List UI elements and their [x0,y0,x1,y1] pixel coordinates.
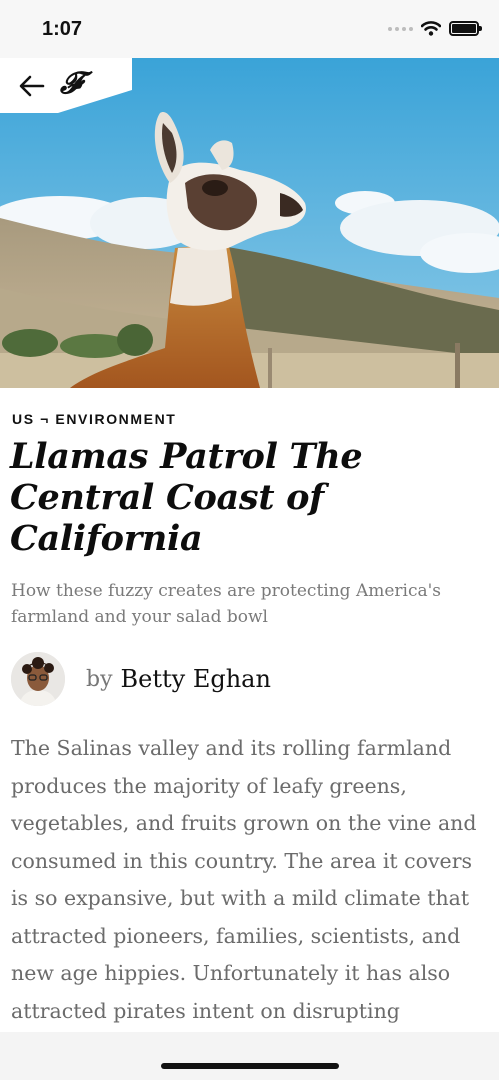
status-bar: 1:07 [0,0,499,58]
battery-icon [449,21,482,36]
article-title: Llamas Patrol The Central Coast of Calif… [10,436,363,559]
bottom-safe-area [0,1032,499,1080]
article-body: The Salinas valley and its rolling farml… [11,736,477,1023]
status-icons [388,21,482,36]
wifi-icon [421,21,441,36]
arrow-left-icon [19,75,45,97]
nav-tab: 𝓕 [0,58,132,113]
home-indicator[interactable] [161,1063,339,1069]
article-kicker[interactable]: US ¬ ENVIRONMENT [12,411,176,427]
cellular-dots-icon [388,26,413,31]
article-subtitle: How these fuzzy creates are protecting A… [11,581,442,627]
byline: by Betty Eghan [11,652,271,706]
status-time: 1:07 [42,18,83,40]
brand-logo[interactable]: 𝓕 [60,66,82,101]
author-portrait-icon [11,652,65,706]
author-name[interactable]: Betty Eghan [121,665,271,693]
byline-prefix: by [86,666,113,692]
author-avatar[interactable] [11,652,65,706]
back-button[interactable] [17,73,47,99]
